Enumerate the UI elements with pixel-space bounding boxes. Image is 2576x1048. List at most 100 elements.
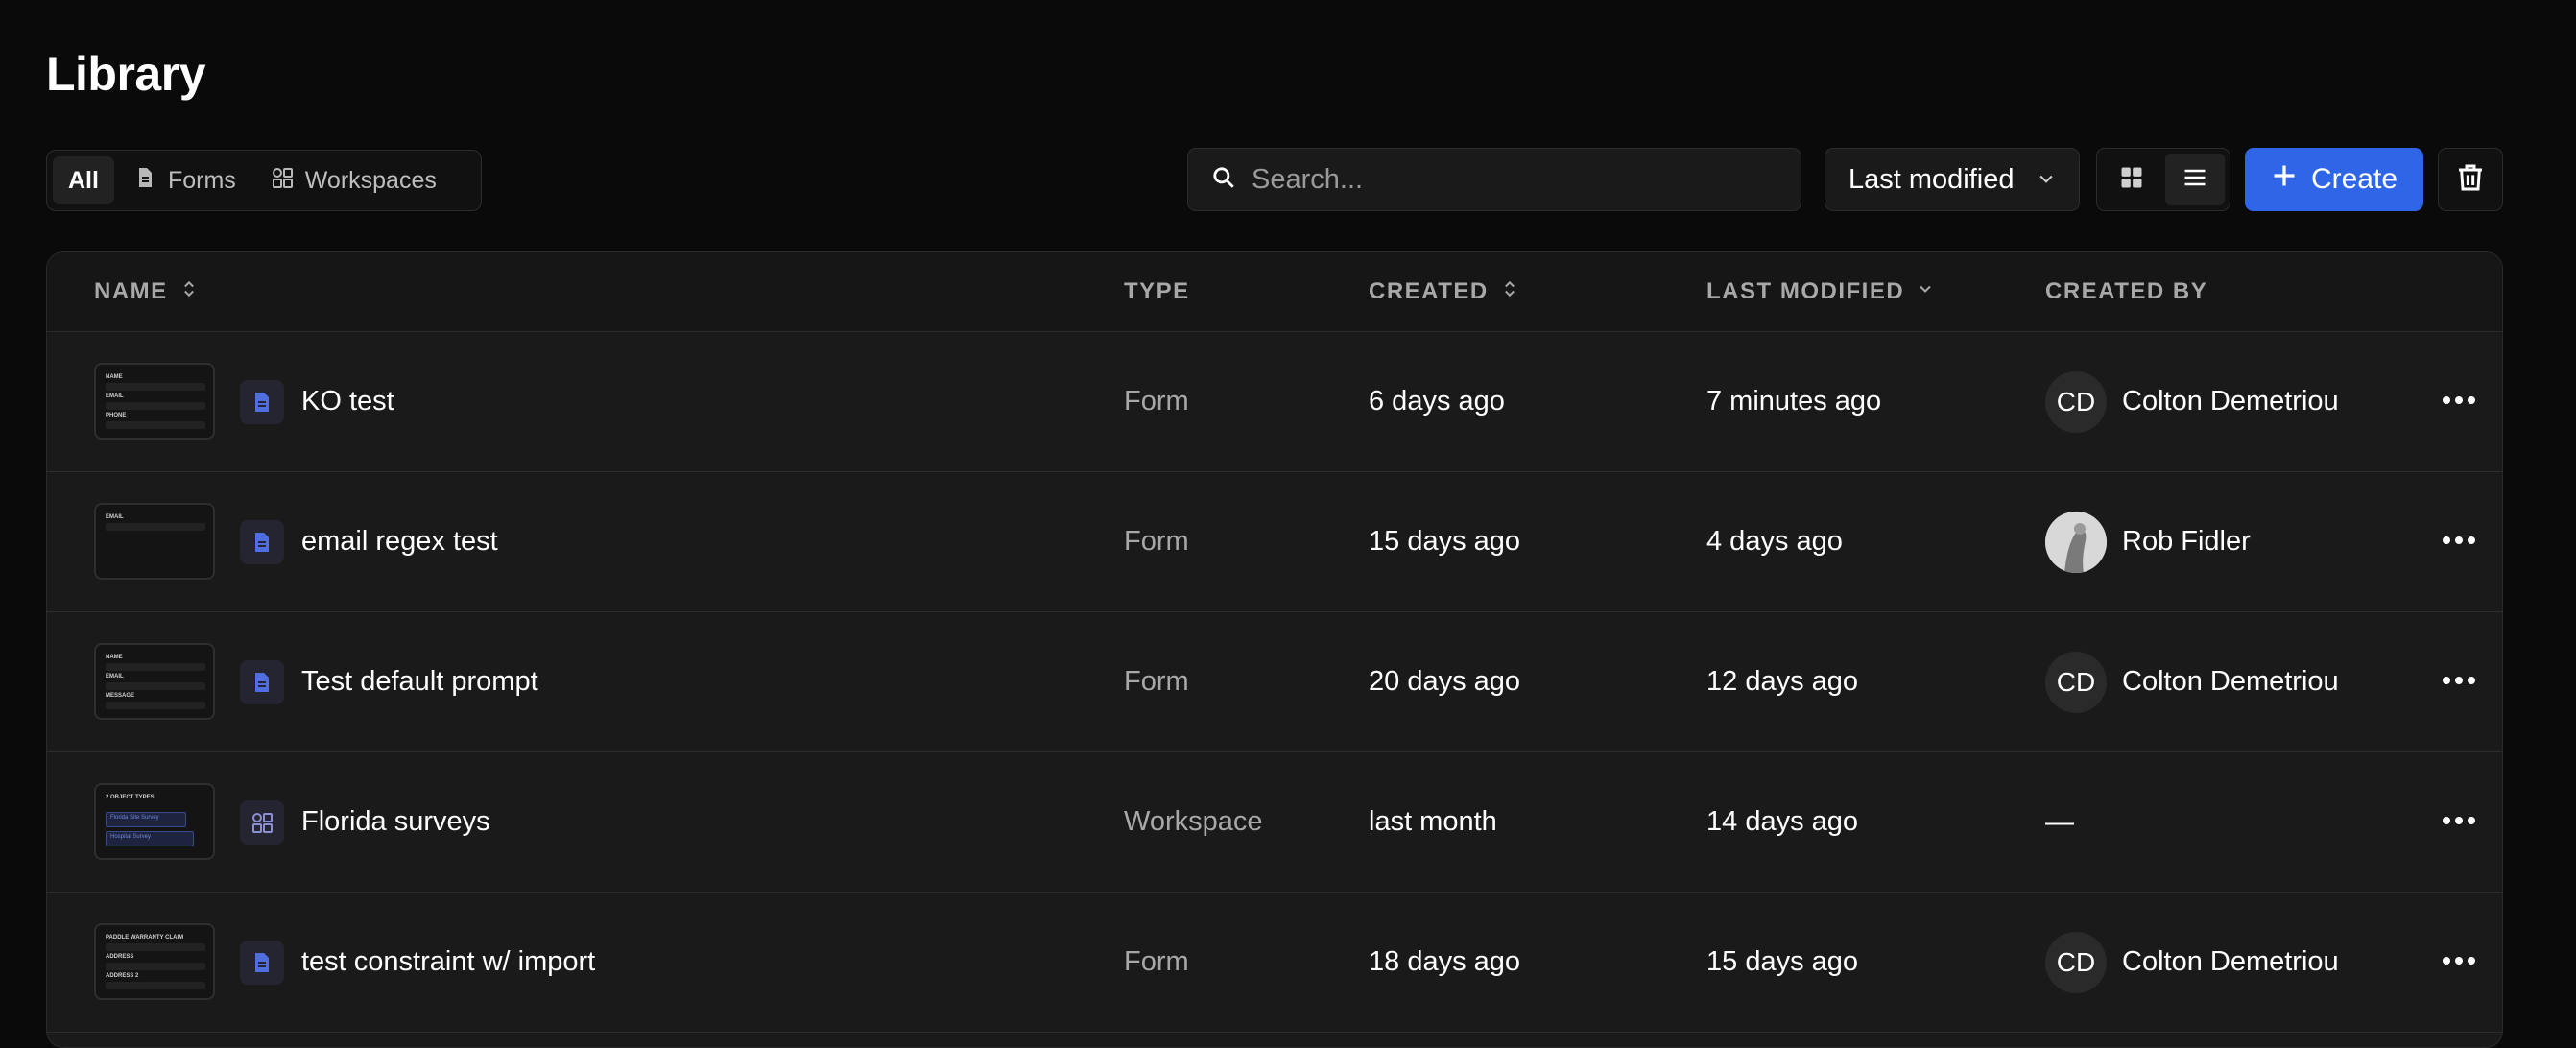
thumb-field-box: [106, 421, 205, 429]
create-button[interactable]: Create: [2245, 148, 2423, 211]
more-options-button[interactable]: [2437, 660, 2481, 704]
item-type: Form: [1124, 386, 1189, 417]
thumb-field-box: [106, 682, 205, 690]
column-header-name-label: NAME: [94, 278, 168, 304]
filter-forms[interactable]: Forms: [118, 156, 251, 204]
thumb-chip-label: Hospital Survey: [110, 834, 152, 840]
column-header-name[interactable]: NAME: [94, 252, 199, 331]
table-row[interactable]: EMAIL email regex test Form 15 days ago 4 da…: [47, 472, 2502, 612]
view-toggle: [2096, 148, 2230, 211]
thumb-field-label: MESSAGE: [106, 693, 135, 699]
create-label: Create: [2310, 163, 2398, 195]
avatar: CD: [2045, 651, 2107, 713]
creator-name: Rob Fidler: [2122, 526, 2251, 557]
item-name[interactable]: email regex test: [301, 472, 498, 611]
thumb-field-box: [106, 523, 205, 531]
document-icon: [240, 520, 284, 564]
item-name[interactable]: Florida surveys: [301, 752, 490, 892]
item-created: 6 days ago: [1369, 386, 1505, 417]
more-options-button[interactable]: [2437, 800, 2481, 845]
search-box: [1187, 148, 1801, 211]
item-type: Form: [1124, 666, 1189, 697]
creator-none: —: [2045, 805, 2074, 838]
item-created-by: CD Colton Demetriou: [2045, 332, 2339, 471]
column-header-type-label: TYPE: [1124, 278, 1190, 304]
sort-dropdown[interactable]: Last modified: [1825, 148, 2080, 211]
item-last-modified: 7 minutes ago: [1706, 386, 1882, 417]
library-table: NAME TYPE CREATED LAST MODIFIED CREATED …: [46, 251, 2503, 1048]
creator-name: Colton Demetriou: [2122, 946, 2339, 977]
page-title: Library: [46, 47, 206, 101]
item-name[interactable]: Test default prompt: [301, 612, 538, 751]
item-created-by: CD Colton Demetriou: [2045, 612, 2339, 751]
thumb-field-label: 2 OBJECT TYPES: [106, 795, 155, 800]
table-row[interactable]: PADDLE WARRANTY CLAIM ADDRESS ADDRESS 2 tes…: [47, 893, 2502, 1033]
item-created: last month: [1369, 806, 1497, 837]
list-view-button[interactable]: [2165, 154, 2225, 205]
column-header-created-label: CREATED: [1369, 278, 1489, 304]
search-icon: [1211, 165, 1236, 195]
column-header-created-by-label: CREATED BY: [2045, 278, 2208, 304]
sort-label: Last modified: [1849, 163, 2015, 195]
more-horizontal-icon: [2442, 674, 2476, 691]
avatar: CD: [2045, 370, 2107, 433]
table-row[interactable]: NAME EMAIL MESSAGE Test default prompt Form 2…: [47, 612, 2502, 752]
table-row[interactable]: 2 OBJECT TYPES Florida Site Survey Hospita…: [47, 752, 2502, 893]
thumb-chip-label: Florida Site Survey: [110, 815, 159, 821]
item-last-modified: 15 days ago: [1706, 946, 1859, 977]
document-icon: [240, 380, 284, 424]
thumb-field-label: ADDRESS: [106, 954, 134, 960]
item-type: Form: [1124, 946, 1189, 977]
more-horizontal-icon: [2442, 954, 2476, 971]
sort-icon: [1500, 278, 1519, 305]
item-thumbnail: 2 OBJECT TYPES Florida Site Survey Hospita…: [94, 783, 215, 860]
trash-button[interactable]: [2438, 148, 2503, 211]
avatar-initials: CD: [2056, 946, 2096, 977]
thumb-field-box: [106, 383, 205, 391]
thumb-field-box: [106, 943, 205, 951]
column-header-created-by: CREATED BY: [2045, 252, 2207, 331]
plus-icon: [2271, 162, 2298, 197]
avatar: CD: [2045, 931, 2107, 993]
table-row[interactable]: NAME EMAIL PHONE KO test Form 6 days ago 7 min…: [47, 332, 2502, 472]
item-thumbnail: EMAIL: [94, 503, 215, 580]
search-input[interactable]: [1250, 162, 1791, 197]
trash-icon: [2455, 162, 2486, 198]
workspace-icon: [271, 166, 294, 196]
thumb-field-label: NAME: [106, 655, 123, 660]
type-filter: All Forms Workspaces: [46, 150, 482, 211]
item-name[interactable]: test constraint w/ import: [301, 893, 595, 1032]
item-thumbnail: NAME EMAIL MESSAGE: [94, 643, 215, 720]
filter-forms-label: Forms: [167, 166, 236, 194]
item-created-by: Rob Fidler: [2045, 472, 2251, 611]
filter-workspaces[interactable]: Workspaces: [255, 156, 452, 204]
grid-view-button[interactable]: [2102, 154, 2161, 205]
avatar-initials: CD: [2056, 666, 2096, 697]
item-thumbnail: PADDLE WARRANTY CLAIM ADDRESS ADDRESS 2: [94, 923, 215, 1000]
more-options-button[interactable]: [2437, 520, 2481, 564]
item-created: 15 days ago: [1369, 526, 1521, 557]
item-type: Workspace: [1124, 806, 1263, 837]
column-header-last-modified-label: LAST MODIFIED: [1706, 278, 1905, 304]
document-icon: [133, 166, 156, 196]
document-icon: [240, 941, 284, 985]
item-last-modified: 12 days ago: [1706, 666, 1859, 697]
column-header-created[interactable]: CREATED: [1369, 252, 1519, 331]
filter-all[interactable]: All: [53, 156, 114, 204]
column-header-type: TYPE: [1124, 252, 1190, 331]
thumb-field-label: EMAIL: [106, 674, 124, 679]
more-horizontal-icon: [2442, 393, 2476, 411]
thumb-field-box: [106, 663, 205, 671]
more-options-button[interactable]: [2437, 941, 2481, 985]
thumb-field-box: [106, 982, 205, 989]
thumb-field-box: [106, 702, 205, 709]
thumb-field-label: NAME: [106, 374, 123, 380]
more-options-button[interactable]: [2437, 380, 2481, 424]
more-horizontal-icon: [2442, 814, 2476, 831]
item-name[interactable]: KO test: [301, 332, 394, 471]
item-created: 18 days ago: [1369, 946, 1521, 977]
column-header-last-modified[interactable]: LAST MODIFIED: [1706, 252, 1935, 331]
avatar-initials: CD: [2056, 386, 2096, 417]
item-created-by: CD Colton Demetriou: [2045, 893, 2339, 1032]
chevron-down-icon: [1916, 278, 1935, 305]
